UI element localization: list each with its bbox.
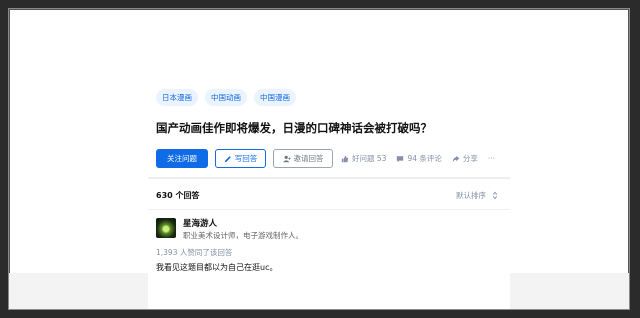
author-avatar[interactable] xyxy=(156,218,176,238)
more-options-button[interactable]: ··· xyxy=(488,154,495,163)
author-name[interactable]: 星海游人 xyxy=(183,217,217,229)
answers-count: 630 个回答 xyxy=(156,191,200,200)
comments-button[interactable]: 94 条评论 xyxy=(396,153,442,164)
comments-label: 94 条评论 xyxy=(407,154,442,163)
follow-question-label: 关注问题 xyxy=(167,154,197,163)
question-actions: 关注问题 写回答 邀请回答 好问题 53 94 条评论 分享 ··· xyxy=(156,149,495,168)
answer-text: 我看见这题目都以为自己在逛uc。 xyxy=(156,263,278,272)
write-answer-label: 写回答 xyxy=(234,154,258,163)
invite-answer-button[interactable]: 邀请回答 xyxy=(273,149,333,168)
topic-tag-chinese-animation[interactable]: 中国动画 xyxy=(205,89,247,106)
share-button[interactable]: 分享 xyxy=(452,153,478,164)
comment-icon xyxy=(396,155,404,163)
good-question-label: 好问题 53 xyxy=(352,154,387,163)
add-user-icon xyxy=(282,155,291,163)
sort-arrows-icon xyxy=(492,191,498,200)
follow-question-button[interactable]: 关注问题 xyxy=(156,149,208,168)
question-title: 国产动画佳作即将爆发，日漫的口碑神话会被打破吗？ xyxy=(156,121,432,135)
browser-frame: 日本漫画 中国动画 中国漫画 国产动画佳作即将爆发，日漫的口碑神话会被打破吗？ … xyxy=(8,8,630,310)
sort-label: 默认排序 xyxy=(456,191,486,200)
more-icon: ··· xyxy=(487,154,496,163)
sort-dropdown[interactable]: 默认排序 xyxy=(456,190,498,201)
topic-tag-chinese-manga[interactable]: 中国漫画 xyxy=(254,89,296,106)
share-icon xyxy=(452,155,460,163)
thumbs-up-icon xyxy=(341,155,349,163)
answers-header: 630 个回答 默认排序 xyxy=(156,190,498,201)
agree-count: 1,393 人赞同了该回答 xyxy=(156,248,233,257)
write-answer-button[interactable]: 写回答 xyxy=(215,149,266,168)
answers-divider xyxy=(148,209,510,210)
pencil-icon xyxy=(224,155,232,163)
topic-tag-japanese-manga[interactable]: 日本漫画 xyxy=(156,89,198,106)
share-label: 分享 xyxy=(462,154,478,163)
invite-answer-label: 邀请回答 xyxy=(293,154,324,163)
good-question-button[interactable]: 好问题 53 xyxy=(341,153,386,164)
question-page: 日本漫画 中国动画 中国漫画 国产动画佳作即将爆发，日漫的口碑神话会被打破吗？ … xyxy=(148,9,510,309)
author-bio: 职业美术设计师，电子游戏制作人。 xyxy=(183,231,303,240)
topic-list: 日本漫画 中国动画 中国漫画 xyxy=(156,89,296,106)
